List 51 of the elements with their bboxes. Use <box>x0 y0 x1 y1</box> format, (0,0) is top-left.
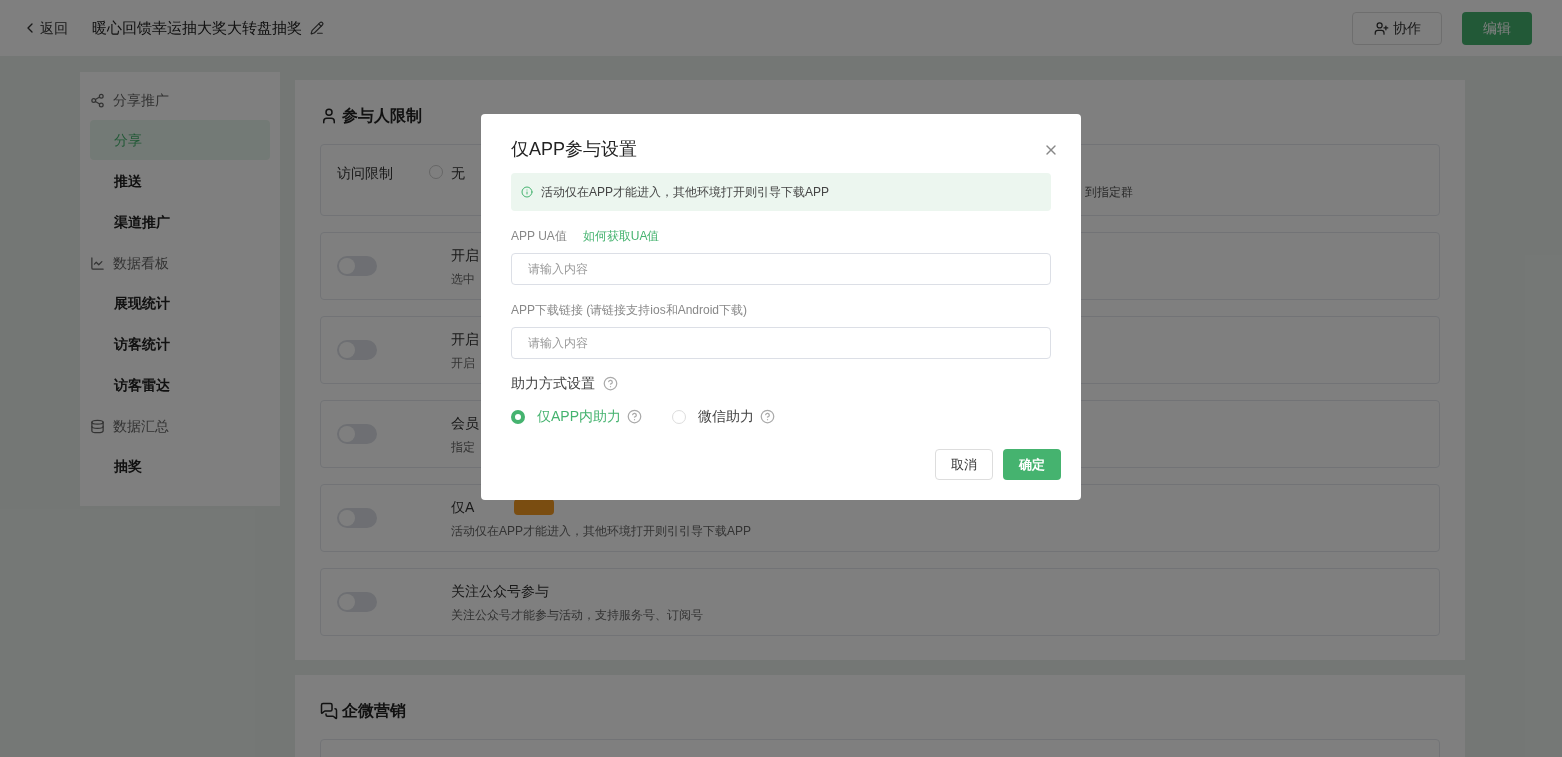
confirm-button[interactable]: 确定 <box>1003 449 1061 480</box>
help-icon <box>603 376 618 391</box>
radio-label: 仅APP内助力 <box>537 407 621 426</box>
row-title: 开启 <box>451 245 479 265</box>
radio-label: 微信助力 <box>698 407 754 426</box>
sidebar-item[interactable]: 渠道推广 <box>90 202 270 242</box>
row-description: 选中 <box>451 270 476 288</box>
section-title: 参与人限制 <box>342 106 422 126</box>
row-description: 指定 <box>451 438 476 456</box>
sidebar-group-label: 数据汇总 <box>113 416 169 436</box>
edit-icon[interactable] <box>310 21 324 35</box>
help-icon <box>627 409 642 424</box>
help-link[interactable]: 如何获取UA值 <box>582 227 660 245</box>
group-icon <box>90 255 105 271</box>
section-icon <box>320 702 338 720</box>
sidebar-item[interactable]: 访客统计 <box>90 324 270 364</box>
section-label: 助力方式设置 <box>511 374 595 393</box>
row-description: 关注公众号才能参与活动，支持服务号、订阅号 <box>451 606 703 624</box>
row-title: 关注公众号参与 <box>451 581 549 601</box>
user-add-icon <box>1373 20 1389 36</box>
cancel-button[interactable]: 取消 <box>935 449 993 480</box>
alert-text: 活动仅在APP才能进入，其他环境打开则引导下载APP <box>541 184 830 201</box>
page-title: 暖心回馈幸运抽大奖大转盘抽奖 <box>92 17 302 38</box>
dialog-title: 仅APP参与设置 <box>511 138 638 161</box>
row-note: 到指定群 <box>1085 184 1133 201</box>
sidebar-item[interactable]: 抽奖 <box>90 446 270 486</box>
radio-button[interactable] <box>511 409 525 424</box>
field-label: APP下载链接 (请链接支持ios和Android下载) <box>511 302 748 319</box>
sidebar-item[interactable]: 访客雷达 <box>90 365 270 405</box>
sidebar-item[interactable]: 推送 <box>90 161 270 201</box>
row-title: 仅A <box>451 497 475 517</box>
back-link[interactable]: 返回 <box>22 17 68 39</box>
info-icon <box>521 186 533 198</box>
group-icon <box>90 418 105 434</box>
group-icon <box>90 92 105 108</box>
help-icon <box>760 409 775 424</box>
sidebar-group-label: 数据看板 <box>113 253 169 273</box>
row-description: 开启 <box>451 354 476 372</box>
radio-label: 无 <box>451 164 465 183</box>
sidebar-item[interactable]: 展现统计 <box>90 283 270 323</box>
row-title: 开启 <box>451 329 479 349</box>
row-label: 访问限制 <box>337 164 394 183</box>
sidebar-group-label: 分享推广 <box>113 90 169 110</box>
row-title: 会员 <box>451 413 479 433</box>
field-label: APP UA值 <box>511 228 567 245</box>
input-field[interactable]: 请输入内容 <box>511 327 1051 359</box>
row-description: 活动仅在APP才能进入，其他环境打开则引引导下载APP <box>451 522 752 540</box>
input-field[interactable]: 请输入内容 <box>511 253 1051 285</box>
collaborate-button[interactable]: 协作 <box>1352 11 1442 45</box>
section-title: 企微营销 <box>342 701 406 721</box>
section-icon <box>320 107 338 125</box>
